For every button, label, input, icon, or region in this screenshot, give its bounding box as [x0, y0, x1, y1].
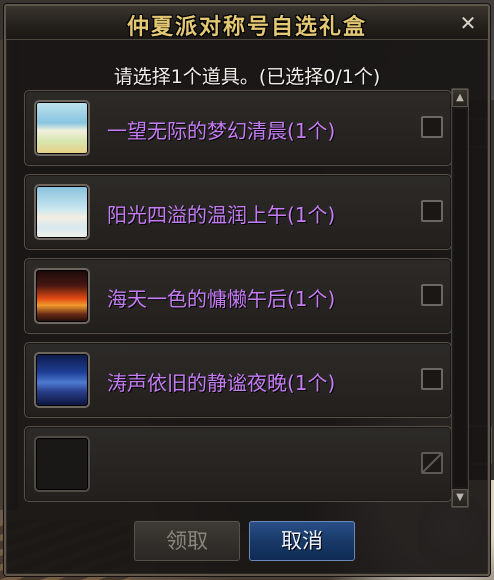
item-checkbox-disabled	[421, 452, 443, 474]
list-item[interactable]: 阳光四溢的温润上午(1个)	[24, 174, 452, 250]
dialog-titlebar: 仲夏派对称号自选礼盒 ✕	[6, 6, 488, 40]
night-sea-icon	[34, 352, 90, 408]
item-checkbox[interactable]	[421, 200, 443, 222]
item-quantity: (1个)	[287, 287, 336, 311]
item-quantity: (1个)	[287, 119, 336, 143]
item-checkbox[interactable]	[421, 284, 443, 306]
item-quantity: (1个)	[287, 203, 336, 227]
list-item-empty	[24, 426, 452, 502]
list-item[interactable]: 海天一色的慵懒午后(1个)	[24, 258, 452, 334]
list-item[interactable]: 一望无际的梦幻清晨(1个)	[24, 90, 452, 166]
close-icon[interactable]: ✕	[456, 11, 480, 35]
cancel-button[interactable]: 取消	[249, 521, 355, 561]
gift-box-dialog: 仲夏派对称号自选礼盒 ✕ 请选择1个道具。(已选择0/1个) 一望无际的梦幻清晨…	[4, 4, 490, 576]
list-item[interactable]: 涛声依旧的静谧夜晚(1个)	[24, 342, 452, 418]
selection-prompt: 请选择1个道具。(已选择0/1个)	[113, 66, 381, 88]
item-list: 一望无际的梦幻清晨(1个) 阳光四溢的温润上午(1个) 海天一色的慵懒午后(1个…	[24, 88, 452, 508]
sunset-sea-icon	[34, 268, 90, 324]
forenoon-beach-icon	[34, 184, 90, 240]
item-quantity: (1个)	[287, 371, 336, 395]
list-scrollbar[interactable]: ▲ ▼	[451, 88, 469, 508]
item-checkbox[interactable]	[421, 116, 443, 138]
item-name: 一望无际的梦幻清晨	[107, 119, 287, 143]
morning-beach-icon	[34, 100, 90, 156]
scroll-up-icon[interactable]: ▲	[452, 89, 468, 107]
item-name: 涛声依旧的静谧夜晚	[107, 371, 287, 395]
item-checkbox[interactable]	[421, 368, 443, 390]
claim-button[interactable]: 领取	[134, 521, 240, 561]
item-name: 海天一色的慵懒午后	[107, 287, 287, 311]
scroll-down-icon[interactable]: ▼	[452, 489, 468, 507]
empty-slot-icon	[34, 436, 90, 492]
item-name: 阳光四溢的温润上午	[107, 203, 287, 227]
scroll-track[interactable]	[454, 109, 466, 487]
dialog-title: 仲夏派对称号自选礼盒	[126, 14, 367, 40]
